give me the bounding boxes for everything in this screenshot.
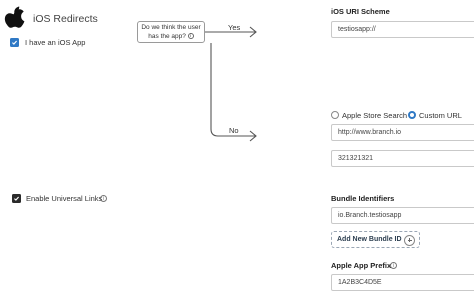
have-ios-app-checkbox[interactable] xyxy=(10,38,19,47)
custom-url-input[interactable]: http://www.branch.io xyxy=(331,124,474,141)
info-icon[interactable]: i xyxy=(187,33,194,40)
app-store-search-radio[interactable] xyxy=(331,111,339,119)
universal-links-label: Enable Universal Links xyxy=(26,194,103,203)
plus-icon xyxy=(404,234,415,246)
universal-links-checkbox[interactable] xyxy=(12,194,21,203)
custom-url-label: Custom URL xyxy=(419,111,462,120)
bundle-id-input[interactable]: io.Branch.testiosapp xyxy=(331,207,474,224)
custom-url-radio[interactable] xyxy=(408,111,416,119)
uri-scheme-input[interactable]: testiosapp:// xyxy=(331,21,474,38)
have-ios-app-label: I have an iOS App xyxy=(25,38,86,47)
add-bundle-id-button[interactable]: Add New Bundle ID xyxy=(331,231,420,248)
has-app-question-box: Do we think the user has the app? i xyxy=(137,21,205,43)
flow-no-label: No xyxy=(229,126,239,135)
info-icon[interactable]: i xyxy=(390,262,397,269)
app-prefix-label: Apple App Prefix xyxy=(331,261,392,270)
app-store-search-label: Apple Store Search xyxy=(342,111,408,120)
checkmark-icon xyxy=(14,196,20,201)
apple-logo-icon xyxy=(4,6,26,32)
bundle-identifiers-label: Bundle Identifiers xyxy=(331,194,395,203)
app-prefix-input[interactable]: 1A2B3C4D5E xyxy=(331,274,474,291)
question-line-2: has the app? i xyxy=(138,32,204,41)
section-title: iOS Redirects xyxy=(33,13,98,25)
flow-yes-label: Yes xyxy=(228,23,241,32)
uri-scheme-label: iOS URI Scheme xyxy=(331,7,390,16)
info-icon[interactable]: i xyxy=(100,195,107,202)
checkmark-icon xyxy=(12,40,18,45)
question-line-1: Do we think the user xyxy=(141,24,201,31)
app-id-input[interactable]: 321321321 xyxy=(331,150,474,167)
